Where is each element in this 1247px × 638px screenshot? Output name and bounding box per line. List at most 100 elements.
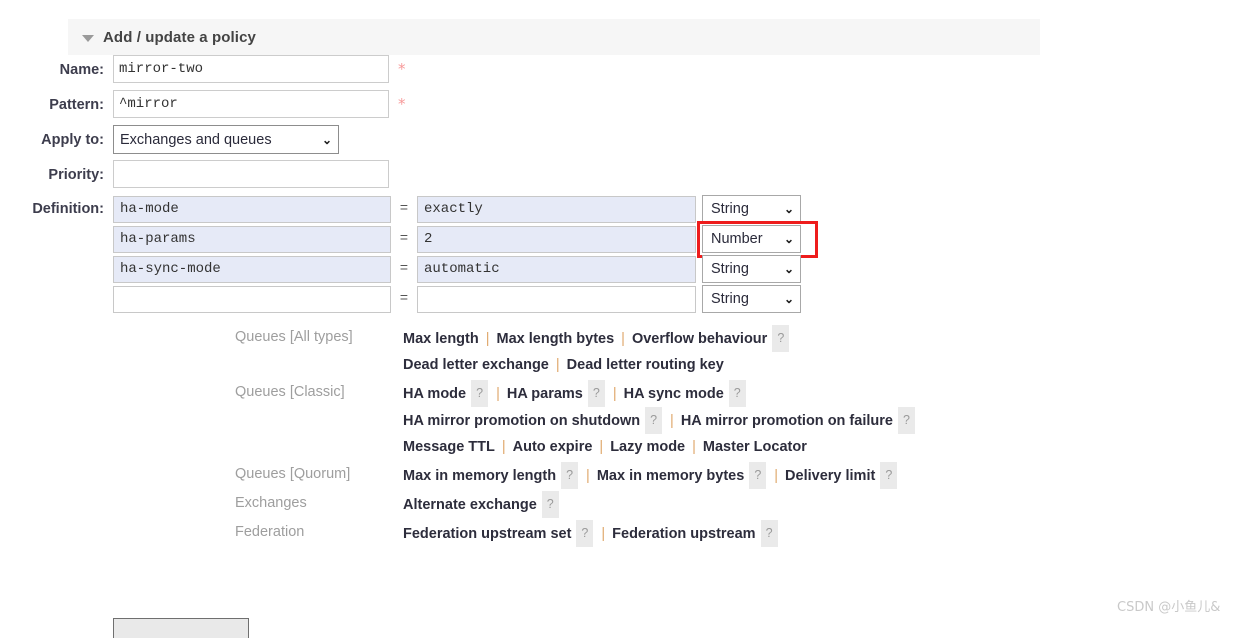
help-link[interactable]: Dead letter routing key (567, 357, 724, 373)
apply-to-select[interactable]: Exchanges and queues ⌄ (113, 125, 339, 154)
help-category-label: Queues [Quorum] (235, 466, 351, 482)
help-link[interactable]: Overflow behaviour (632, 331, 767, 347)
definition-key-input[interactable] (113, 225, 391, 253)
help-question-icon[interactable]: ? (576, 520, 594, 547)
pattern-label: Pattern: (49, 97, 104, 113)
name-required-marker: * (398, 60, 406, 78)
help-category-label: Queues [All types] (235, 329, 353, 345)
help-link[interactable]: HA sync mode (624, 386, 724, 402)
help-group-row: Exchanges Alternate exchange? (235, 491, 916, 518)
pattern-row: Pattern: * (0, 90, 1040, 120)
help-links-column: Max in memory length? | Max in memory byte… (403, 462, 898, 489)
help-links-column: HA mode? | HA params? | HA sync mode? HA mirr… (403, 380, 916, 460)
help-question-icon[interactable]: ? (772, 325, 790, 352)
help-link[interactable]: Auto expire (513, 439, 593, 455)
link-separator: | (496, 386, 500, 402)
help-link[interactable]: Message TTL (403, 439, 495, 455)
help-question-icon[interactable]: ? (760, 520, 778, 547)
page-title: Add / update a policy (103, 28, 256, 46)
equals-sign: = (399, 291, 409, 307)
help-link-line: Dead letter exchange | Dead letter routing… (403, 352, 790, 378)
definition-type-select[interactable]: Number ⌄ (702, 225, 801, 253)
help-question-icon[interactable]: ? (749, 462, 767, 489)
link-separator: | (601, 526, 606, 542)
definition-row: Definition: = String ⌄ = Number ⌄ = String ⌄ = Str… (0, 195, 1040, 549)
definition-value-input[interactable] (417, 225, 696, 253)
definition-type-value: String (711, 261, 749, 277)
definition-type-value: String (711, 291, 749, 307)
help-category-label: Federation (235, 524, 305, 540)
definition-type-value: Number (711, 231, 763, 247)
definition-key-input[interactable] (113, 255, 391, 283)
help-group-row: Queues [Quorum] Max in memory length? | Max… (235, 462, 916, 489)
definition-help-links: Queues [All types] Max length | Max length … (226, 325, 916, 547)
help-question-icon[interactable]: ? (880, 462, 898, 489)
equals-sign: = (399, 201, 409, 217)
link-separator: | (692, 439, 696, 455)
name-input[interactable] (113, 55, 389, 83)
priority-row: Priority: (0, 160, 1040, 190)
help-link-line: Max in memory length? | Max in memory byte… (403, 462, 898, 489)
help-link[interactable]: Lazy mode (610, 439, 685, 455)
definition-key-input[interactable] (113, 195, 391, 223)
link-separator: | (621, 331, 625, 347)
help-category-label: Exchanges (235, 495, 307, 511)
policy-form: Name: * Pattern: * Apply to: Exchanges a… (0, 55, 1040, 554)
triangle-down-icon[interactable] (82, 34, 94, 42)
definition-type-select[interactable]: String ⌄ (702, 255, 801, 283)
definition-value-input[interactable] (417, 195, 696, 223)
name-label: Name: (59, 62, 104, 78)
help-question-icon[interactable]: ? (561, 462, 579, 489)
help-group-row: Queues [All types] Max length | Max length … (235, 325, 916, 378)
help-question-icon[interactable]: ? (471, 380, 489, 407)
help-link[interactable]: Max length (403, 331, 479, 347)
section-header[interactable]: Add / update a policy (68, 19, 1040, 55)
chevron-down-icon: ⌄ (783, 292, 794, 306)
help-link-line: Alternate exchange? (403, 491, 560, 518)
help-link[interactable]: Alternate exchange (403, 497, 537, 513)
help-link[interactable]: Max in memory length (403, 468, 556, 484)
link-separator: | (774, 468, 779, 484)
link-separator: | (612, 386, 617, 402)
definition-type-value: String (711, 201, 749, 217)
help-question-icon[interactable]: ? (541, 491, 559, 518)
definition-label: Definition: (32, 201, 104, 217)
pattern-input[interactable] (113, 90, 389, 118)
chevron-down-icon: ⌄ (321, 132, 332, 147)
help-link[interactable]: HA mirror promotion on failure (681, 413, 893, 429)
link-separator: | (485, 331, 490, 347)
help-link[interactable]: Federation upstream (612, 526, 755, 542)
definition-entry-row: = Number ⌄ (113, 221, 916, 258)
add-update-policy-section: Add / update a policy (68, 19, 1040, 55)
link-separator: | (555, 357, 560, 373)
help-question-icon[interactable]: ? (897, 407, 915, 434)
help-links-column: Alternate exchange? (403, 491, 560, 518)
definition-type-select[interactable]: String ⌄ (702, 285, 801, 313)
help-link[interactable]: HA mode (403, 386, 466, 402)
definition-value-input[interactable] (417, 285, 696, 313)
help-link[interactable]: Max length bytes (497, 331, 615, 347)
help-link[interactable]: HA mirror promotion on shutdown (403, 413, 640, 429)
help-link[interactable]: Delivery limit (785, 468, 875, 484)
help-question-icon[interactable]: ? (728, 380, 746, 407)
help-link[interactable]: Dead letter exchange (403, 357, 549, 373)
submit-button-partial[interactable] (113, 618, 249, 638)
priority-input[interactable] (113, 160, 389, 188)
link-separator: | (599, 439, 604, 455)
apply-to-value: Exchanges and queues (120, 131, 272, 148)
help-link[interactable]: Max in memory bytes (597, 468, 744, 484)
definition-type-select[interactable]: String ⌄ (702, 195, 801, 223)
definition-entry-row: = String ⌄ (113, 285, 916, 313)
pattern-required-marker: * (398, 95, 406, 113)
definition-key-input[interactable] (113, 285, 391, 313)
help-link[interactable]: Federation upstream set (403, 526, 571, 542)
help-question-icon[interactable]: ? (587, 380, 605, 407)
help-link[interactable]: Master Locator (703, 439, 807, 455)
help-link-line: Message TTL | Auto expire | Lazy mode | Master… (403, 434, 916, 460)
equals-sign: = (399, 261, 409, 277)
help-question-icon[interactable]: ? (645, 407, 663, 434)
help-link[interactable]: HA params (507, 386, 583, 402)
help-group-row: Federation Federation upstream set? | Feder… (235, 520, 916, 547)
help-link-line: HA mirror promotion on shutdown? | HA mirr… (403, 407, 916, 434)
definition-value-input[interactable] (417, 255, 696, 283)
